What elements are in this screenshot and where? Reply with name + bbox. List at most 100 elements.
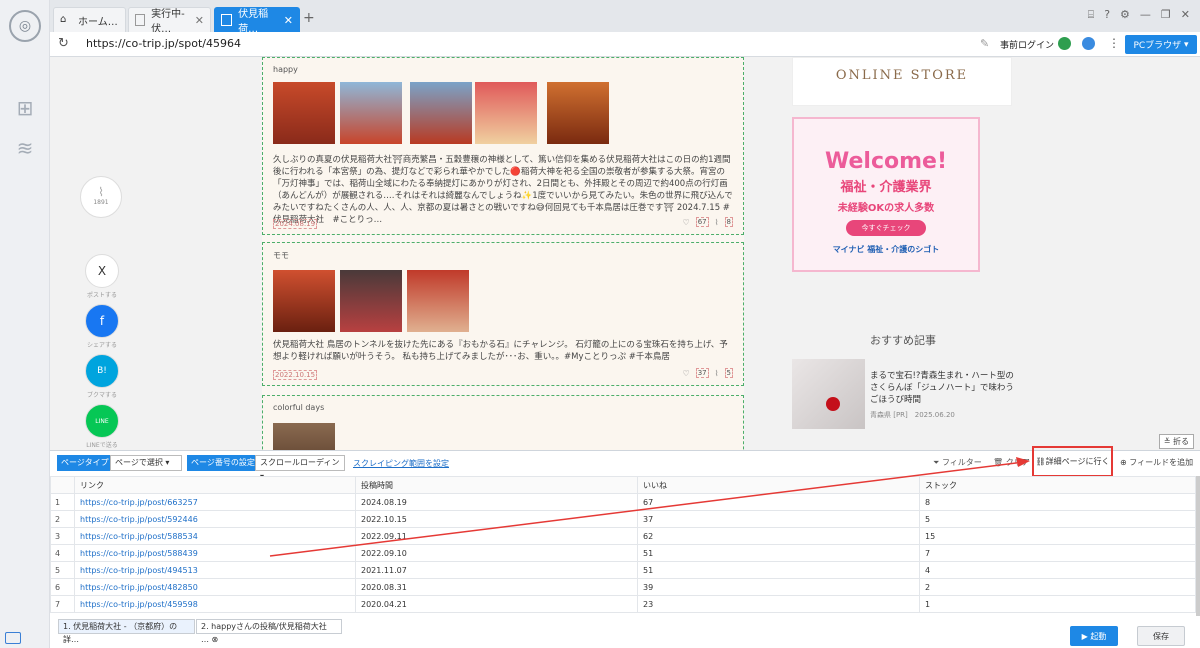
heart-icon[interactable]: ♡ bbox=[683, 369, 690, 378]
table-row[interactable]: 4 https://co-trip.jp/post/588439 2022.09.1… bbox=[50, 544, 1196, 562]
share-x[interactable]: X ポストする bbox=[84, 254, 120, 299]
restore-icon[interactable]: ❐ bbox=[1161, 8, 1171, 22]
new-tab-icon[interactable]: + bbox=[303, 10, 315, 26]
tab-home[interactable]: ⌂ ホーム… bbox=[53, 7, 126, 32]
row-date: 2021.11.07 bbox=[355, 561, 638, 579]
row-link[interactable]: https://co-trip.jp/post/494513 bbox=[74, 561, 356, 579]
store-label: ONLINE STORE bbox=[835, 68, 969, 83]
col-index bbox=[50, 476, 75, 494]
row-link[interactable]: https://co-trip.jp/post/588439 bbox=[74, 544, 356, 562]
table-scrollbar[interactable] bbox=[1196, 476, 1200, 616]
like-count: 67 bbox=[695, 217, 709, 227]
clip-button[interactable]: ⌇ 1891 bbox=[80, 176, 122, 218]
save-button[interactable]: 保存 bbox=[1137, 626, 1185, 646]
tab-running[interactable]: 実行中-伏… ✕ bbox=[128, 7, 211, 35]
col-stocks[interactable]: ストック bbox=[919, 476, 1196, 494]
post-photo[interactable] bbox=[475, 82, 537, 144]
col-likes[interactable]: いいね bbox=[637, 476, 920, 494]
page-type-select[interactable]: ページで選択 ▾ bbox=[110, 455, 182, 471]
table-row[interactable]: 1 https://co-trip.jp/post/663257 2024.08.1… bbox=[50, 493, 1196, 511]
gear-icon[interactable]: ⚙ bbox=[1120, 8, 1130, 22]
clip-icon[interactable]: ⌇ bbox=[715, 218, 719, 227]
gift-icon[interactable]: ⌸ bbox=[1088, 8, 1095, 22]
row-stocks: 8 bbox=[919, 493, 1196, 511]
row-link[interactable]: https://co-trip.jp/post/663257 bbox=[74, 493, 356, 511]
filter-button[interactable]: ⏷ フィルター bbox=[933, 457, 982, 468]
post-photo[interactable] bbox=[340, 82, 402, 144]
close-icon[interactable]: ⊗ bbox=[212, 635, 219, 644]
help-icon[interactable]: ? bbox=[1104, 8, 1110, 22]
page-icon bbox=[135, 14, 146, 26]
detail-page-button[interactable]: ⛓ 詳細ページに行く bbox=[1032, 446, 1113, 477]
start-button[interactable]: ▶ 起動 bbox=[1070, 626, 1118, 646]
edit-icon[interactable]: ✎ bbox=[980, 37, 989, 50]
table-row[interactable]: 6 https://co-trip.jp/post/482850 2020.08.3… bbox=[50, 578, 1196, 596]
heart-icon[interactable]: ♡ bbox=[683, 218, 690, 227]
row-link[interactable]: https://co-trip.jp/post/592446 bbox=[74, 510, 356, 528]
recommend-heading: おすすめ記事 bbox=[870, 334, 936, 347]
minimize-icon[interactable]: — bbox=[1140, 8, 1151, 22]
post-photo[interactable] bbox=[273, 270, 335, 332]
share-line[interactable]: LINE LINEで送る bbox=[84, 404, 120, 449]
detail-label: 詳細ページに行く bbox=[1045, 457, 1110, 466]
post-actions: ♡ 37 ⌇ 5 bbox=[683, 368, 733, 378]
clear-button[interactable]: 🗑 クリア bbox=[993, 457, 1030, 468]
post-card[interactable]: happy 久しぶりの真夏の伏見稲荷大社⛩商売繁昌・五穀豊穣の神様として、篤い信… bbox=[262, 57, 744, 235]
post-photo[interactable] bbox=[273, 423, 335, 450]
extension-green-icon[interactable] bbox=[1058, 37, 1071, 50]
row-date: 2022.10.15 bbox=[355, 510, 638, 528]
row-link[interactable]: https://co-trip.jp/post/459598 bbox=[74, 595, 356, 613]
col-link[interactable]: リンク bbox=[74, 476, 356, 494]
post-photo[interactable] bbox=[340, 270, 402, 332]
left-rail: ◎ ⊞ ≋ bbox=[0, 0, 50, 648]
bottom-tab-1[interactable]: 1. 伏見稲荷大社 - （京都府）の詳… bbox=[58, 619, 195, 644]
row-likes: 51 bbox=[637, 561, 920, 579]
table-row[interactable]: 7 https://co-trip.jp/post/459598 2020.04.2… bbox=[50, 595, 1196, 613]
add-field-button[interactable]: ⊕ フィールドを追加 bbox=[1120, 457, 1193, 468]
panel-toolbar: ページタイプ ページで選択 ▾ ページ番号の設定 スクロールローディン ▾ スク… bbox=[50, 446, 1200, 481]
close-window-icon[interactable]: ✕ bbox=[1181, 8, 1190, 22]
url-field[interactable]: https://co-trip.jp/spot/45964 bbox=[86, 37, 241, 50]
row-link[interactable]: https://co-trip.jp/post/588534 bbox=[74, 527, 356, 545]
pc-browser-button[interactable]: PCブラウザ ▾ bbox=[1125, 35, 1197, 54]
post-card[interactable]: モモ 伏見稲荷大社 鳥居のトンネルを抜けた先にある『おもかる石』にチャレンジ。 … bbox=[262, 242, 744, 386]
more-icon[interactable]: ⋮ bbox=[1108, 36, 1120, 50]
col-date[interactable]: 投稿時間 bbox=[355, 476, 638, 494]
row-link[interactable]: https://co-trip.jp/post/482850 bbox=[74, 578, 356, 596]
ad-check-button[interactable]: 今すぐチェック bbox=[846, 220, 926, 236]
table-row[interactable]: 5 https://co-trip.jp/post/494513 2021.11.0… bbox=[50, 561, 1196, 579]
close-icon[interactable]: ✕ bbox=[284, 14, 293, 27]
ad-banner[interactable]: Welcome! 福祉・介護業界 未経験OKの求人多数 今すぐチェック マイナビ… bbox=[792, 117, 980, 272]
prelogin-button[interactable]: 事前ログイン bbox=[1000, 38, 1054, 51]
reload-icon[interactable]: ↻ bbox=[58, 36, 69, 51]
row-date: 2022.09.10 bbox=[355, 544, 638, 562]
post-photo[interactable] bbox=[273, 82, 335, 144]
online-store-banner[interactable]: ONLINE STORE bbox=[792, 57, 1012, 106]
window-controls: ⌸ ? ⚙ — ❐ ✕ bbox=[1088, 8, 1190, 22]
post-user: colorful days bbox=[273, 403, 325, 412]
new-task-icon[interactable]: ⊞ bbox=[13, 96, 37, 120]
post-photo[interactable] bbox=[410, 82, 472, 144]
layers-icon[interactable]: ≋ bbox=[13, 136, 37, 160]
recommend-image[interactable] bbox=[792, 359, 865, 429]
scrape-range-link[interactable]: スクレイピング範囲を設定 bbox=[353, 458, 449, 469]
post-card[interactable]: colorful days bbox=[262, 395, 744, 450]
tab-fushimi[interactable]: 伏見稲荷… ✕ bbox=[214, 7, 300, 35]
page-num-select[interactable]: スクロールローディン ▾ bbox=[255, 455, 345, 481]
close-icon[interactable]: ✕ bbox=[195, 14, 204, 27]
bottom-tab-label: 2. happyさんの投稿/伏見稲荷大社 … bbox=[201, 622, 327, 644]
share-hatena[interactable]: B! ブクマする bbox=[84, 354, 120, 399]
extension-blue-icon[interactable] bbox=[1082, 37, 1095, 50]
cherry-icon bbox=[826, 397, 840, 411]
bottom-tab-2[interactable]: 2. happyさんの投稿/伏見稲荷大社 … ⊗ bbox=[196, 619, 342, 644]
fold-button[interactable]: ≚ 折る bbox=[1158, 434, 1194, 449]
table-row[interactable]: 3 https://co-trip.jp/post/588534 2022.09.1… bbox=[50, 527, 1196, 545]
post-photo[interactable] bbox=[407, 270, 469, 332]
table-row[interactable]: 2 https://co-trip.jp/post/592446 2022.10.1… bbox=[50, 510, 1196, 528]
post-photo[interactable] bbox=[547, 82, 609, 144]
mail-icon[interactable] bbox=[5, 632, 21, 644]
clip-icon[interactable]: ⌇ bbox=[715, 369, 719, 378]
share-facebook[interactable]: f シェアする bbox=[84, 304, 120, 349]
recommend-title[interactable]: まるで宝石!?青森生まれ・ハート型のさくらんぼ「ジュノハート」で味わうごほうび時… bbox=[870, 370, 1016, 406]
tab-label: ホーム… bbox=[78, 16, 118, 28]
